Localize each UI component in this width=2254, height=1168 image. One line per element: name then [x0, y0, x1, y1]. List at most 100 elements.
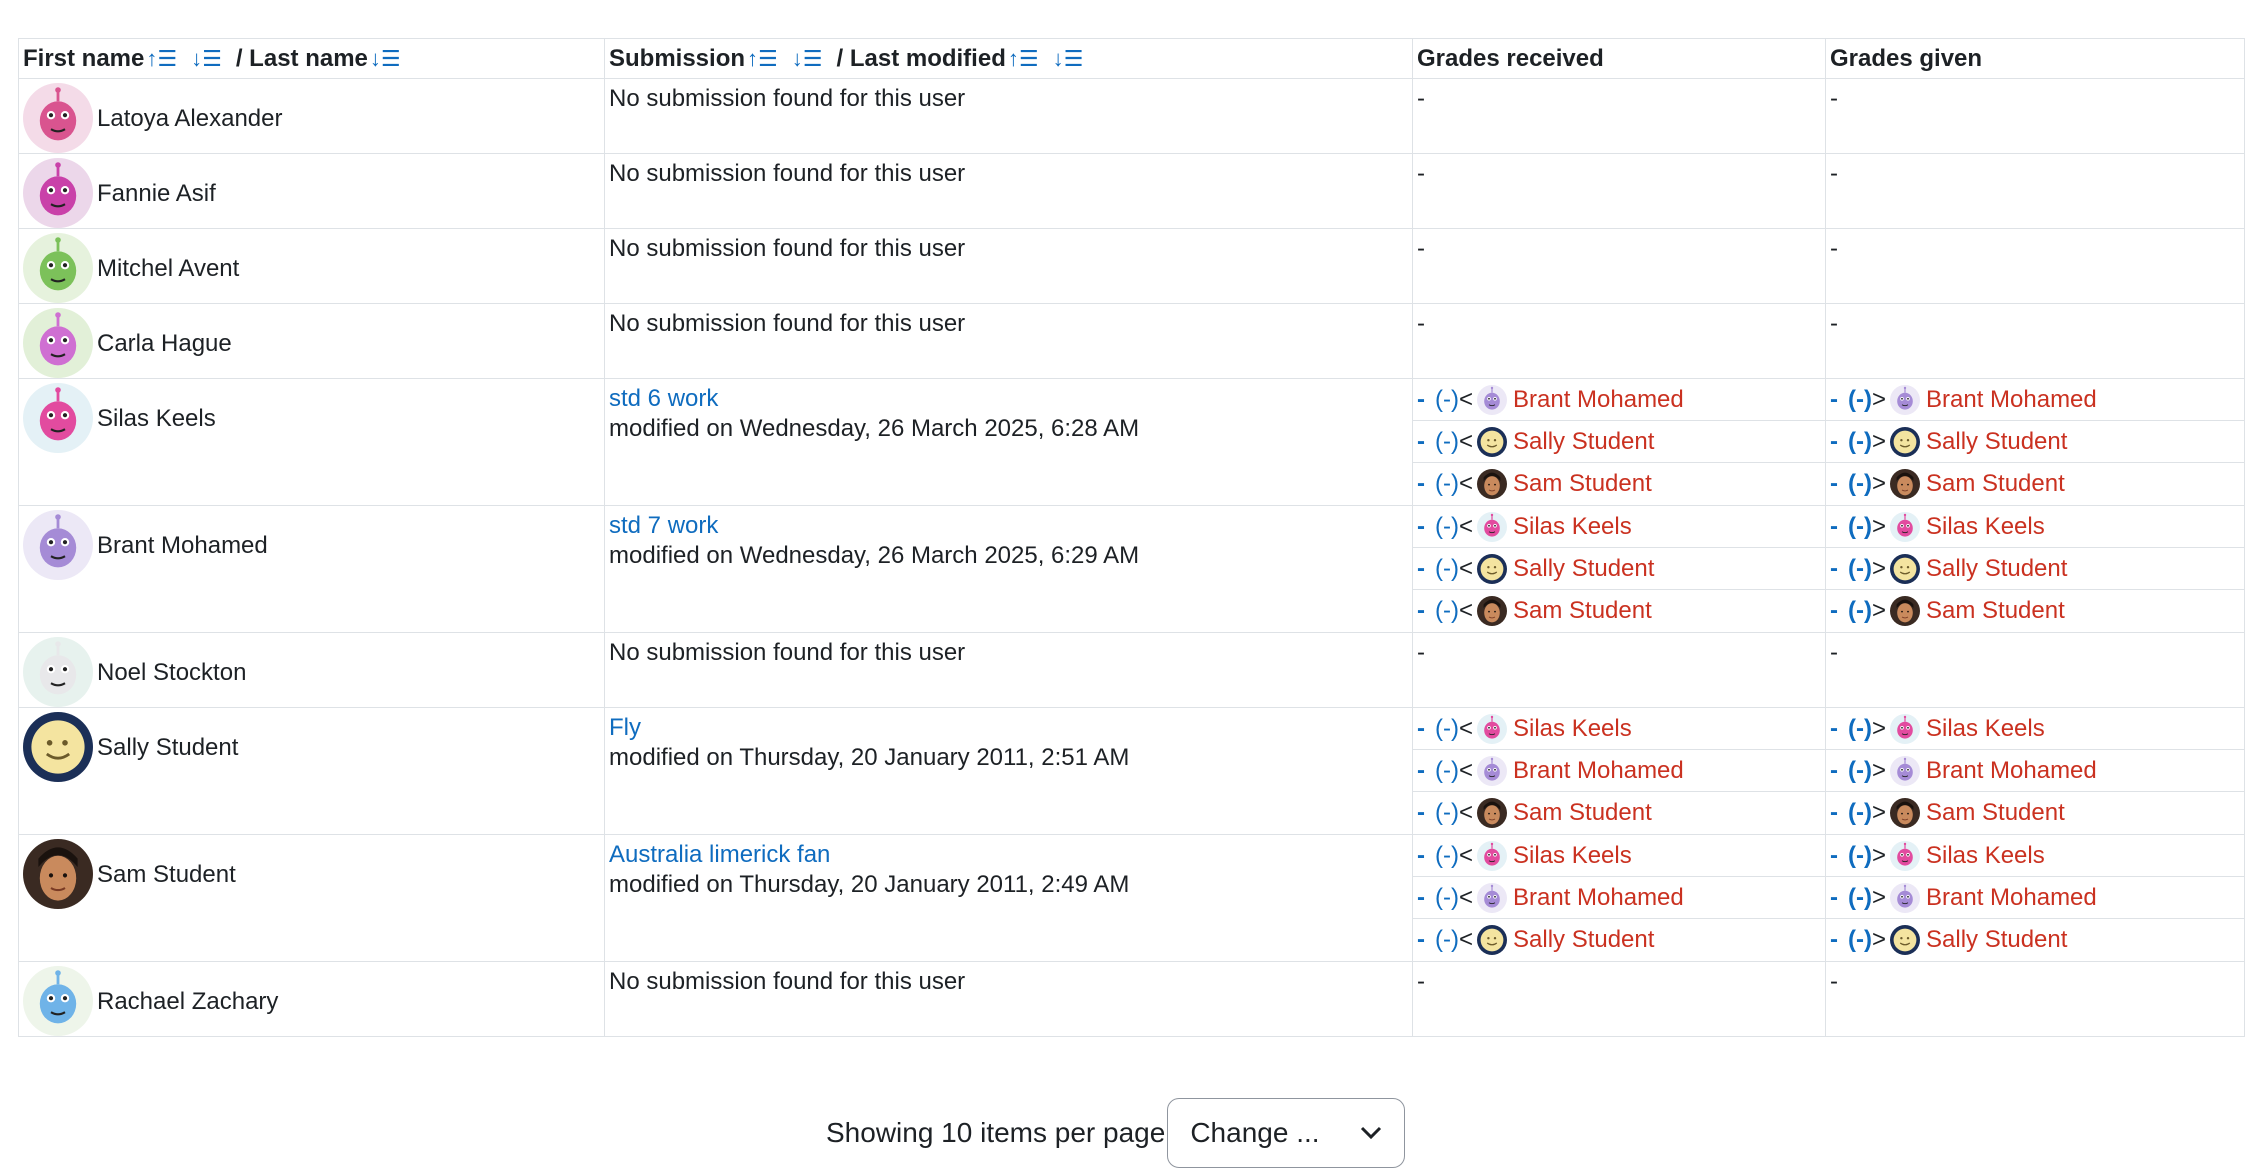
- grade-value-link[interactable]: -: [1417, 757, 1425, 785]
- grade-value-link[interactable]: -: [1417, 842, 1425, 870]
- pink-monster-avatar[interactable]: [1890, 713, 1920, 744]
- reviewer-link[interactable]: Brant Mohamed: [1513, 386, 1684, 414]
- photo-avatar[interactable]: [1477, 596, 1507, 626]
- grade-value-link[interactable]: -: [1830, 470, 1838, 498]
- grading-grade-link[interactable]: (-): [1435, 386, 1459, 414]
- reviewer-link[interactable]: Brant Mohamed: [1926, 757, 2097, 785]
- user-name[interactable]: Sally Student: [97, 734, 238, 762]
- pink-monster-avatar[interactable]: [23, 383, 93, 453]
- lavender-crab-avatar[interactable]: [1890, 755, 1920, 786]
- blue-blob-avatar[interactable]: [23, 966, 93, 1036]
- user-name[interactable]: Carla Hague: [97, 330, 232, 358]
- reviewer-link[interactable]: Sally Student: [1926, 428, 2067, 456]
- submission-link[interactable]: Fly: [609, 714, 1408, 742]
- smiley-moon-avatar[interactable]: [23, 712, 93, 782]
- lavender-crab-avatar[interactable]: [1890, 384, 1920, 415]
- grade-value-link[interactable]: -: [1830, 799, 1838, 827]
- grading-grade-link[interactable]: (-): [1848, 470, 1872, 498]
- photo-avatar[interactable]: [23, 839, 93, 909]
- grading-grade-link[interactable]: (-): [1435, 555, 1459, 583]
- sort-asc-first-name-icon[interactable]: ↑☰: [146, 46, 177, 71]
- grading-grade-link[interactable]: (-): [1435, 470, 1459, 498]
- grade-value-link[interactable]: -: [1417, 428, 1425, 456]
- reviewer-link[interactable]: Sam Student: [1926, 597, 2065, 625]
- grade-value-link[interactable]: -: [1830, 884, 1838, 912]
- user-name[interactable]: Rachael Zachary: [97, 988, 278, 1016]
- pink-monster-avatar[interactable]: [1477, 713, 1507, 744]
- reviewer-link[interactable]: Silas Keels: [1926, 842, 2045, 870]
- photo-avatar[interactable]: [1890, 469, 1920, 499]
- pink-monster-avatar[interactable]: [1477, 511, 1507, 542]
- smiley-moon-avatar[interactable]: [1890, 426, 1920, 457]
- grade-value-link[interactable]: -: [1830, 386, 1838, 414]
- submission-link[interactable]: Australia limerick fan: [609, 841, 1408, 869]
- user-name[interactable]: Silas Keels: [97, 405, 216, 433]
- reviewer-link[interactable]: Silas Keels: [1926, 513, 2045, 541]
- pink-monster-avatar[interactable]: [1477, 840, 1507, 871]
- sort-desc-last-name-icon[interactable]: ↓☰: [370, 46, 401, 71]
- grading-grade-link[interactable]: (-): [1435, 428, 1459, 456]
- grade-value-link[interactable]: -: [1830, 757, 1838, 785]
- photo-avatar[interactable]: [1477, 798, 1507, 828]
- grade-value-link[interactable]: -: [1417, 555, 1425, 583]
- reviewer-link[interactable]: Brant Mohamed: [1926, 884, 2097, 912]
- grade-value-link[interactable]: -: [1417, 884, 1425, 912]
- user-name[interactable]: Fannie Asif: [97, 180, 216, 208]
- user-name[interactable]: Mitchel Avent: [97, 255, 239, 283]
- photo-avatar[interactable]: [1890, 798, 1920, 828]
- white-crab-avatar[interactable]: [23, 637, 93, 707]
- sort-desc-submission-icon[interactable]: ↓☰: [792, 46, 823, 71]
- grading-grade-link[interactable]: (-): [1848, 555, 1872, 583]
- reviewer-link[interactable]: Sally Student: [1513, 926, 1654, 954]
- grading-grade-link[interactable]: (-): [1435, 884, 1459, 912]
- reviewer-link[interactable]: Brant Mohamed: [1513, 884, 1684, 912]
- smiley-moon-avatar[interactable]: [1477, 553, 1507, 584]
- reviewer-link[interactable]: Sally Student: [1513, 428, 1654, 456]
- submission-link[interactable]: std 6 work: [609, 385, 1408, 413]
- reviewer-link[interactable]: Brant Mohamed: [1513, 757, 1684, 785]
- grading-grade-link[interactable]: (-): [1435, 513, 1459, 541]
- grade-value-link[interactable]: -: [1830, 715, 1838, 743]
- grade-value-link[interactable]: -: [1417, 470, 1425, 498]
- grade-value-link[interactable]: -: [1830, 842, 1838, 870]
- grading-grade-link[interactable]: (-): [1848, 513, 1872, 541]
- magenta-monster-avatar[interactable]: [23, 158, 93, 228]
- grading-grade-link[interactable]: (-): [1848, 386, 1872, 414]
- reviewer-link[interactable]: Sally Student: [1513, 555, 1654, 583]
- grade-value-link[interactable]: -: [1417, 597, 1425, 625]
- sort-asc-submission-icon[interactable]: ↑☰: [747, 46, 778, 71]
- grade-value-link[interactable]: -: [1830, 513, 1838, 541]
- grading-grade-link[interactable]: (-): [1435, 757, 1459, 785]
- pink-robot-avatar[interactable]: [23, 83, 93, 153]
- smiley-moon-avatar[interactable]: [1890, 925, 1920, 955]
- grade-value-link[interactable]: -: [1417, 799, 1425, 827]
- lavender-crab-avatar[interactable]: [23, 510, 93, 580]
- reviewer-link[interactable]: Sam Student: [1513, 597, 1652, 625]
- user-name[interactable]: Latoya Alexander: [97, 105, 282, 133]
- sort-asc-last-modified-icon[interactable]: ↑☰: [1008, 46, 1039, 71]
- grade-value-link[interactable]: -: [1417, 926, 1425, 954]
- grading-grade-link[interactable]: (-): [1848, 799, 1872, 827]
- pink-monster-avatar[interactable]: [1890, 511, 1920, 542]
- lavender-crab-avatar[interactable]: [1477, 755, 1507, 786]
- purple-blob-avatar[interactable]: [23, 308, 93, 378]
- grading-grade-link[interactable]: (-): [1848, 884, 1872, 912]
- reviewer-link[interactable]: Sam Student: [1926, 470, 2065, 498]
- lavender-crab-avatar[interactable]: [1477, 882, 1507, 913]
- grade-value-link[interactable]: -: [1830, 428, 1838, 456]
- grade-value-link[interactable]: -: [1417, 715, 1425, 743]
- reviewer-link[interactable]: Sally Student: [1926, 926, 2067, 954]
- grading-grade-link[interactable]: (-): [1848, 715, 1872, 743]
- user-name[interactable]: Sam Student: [97, 861, 236, 889]
- smiley-moon-avatar[interactable]: [1477, 426, 1507, 457]
- smiley-moon-avatar[interactable]: [1477, 925, 1507, 955]
- photo-avatar[interactable]: [1890, 596, 1920, 626]
- reviewer-link[interactable]: Sam Student: [1926, 799, 2065, 827]
- grade-value-link[interactable]: -: [1830, 926, 1838, 954]
- grade-value-link[interactable]: -: [1417, 386, 1425, 414]
- reviewer-link[interactable]: Sam Student: [1513, 799, 1652, 827]
- reviewer-link[interactable]: Sally Student: [1926, 555, 2067, 583]
- pink-monster-avatar[interactable]: [1890, 840, 1920, 871]
- grading-grade-link[interactable]: (-): [1435, 842, 1459, 870]
- grading-grade-link[interactable]: (-): [1848, 842, 1872, 870]
